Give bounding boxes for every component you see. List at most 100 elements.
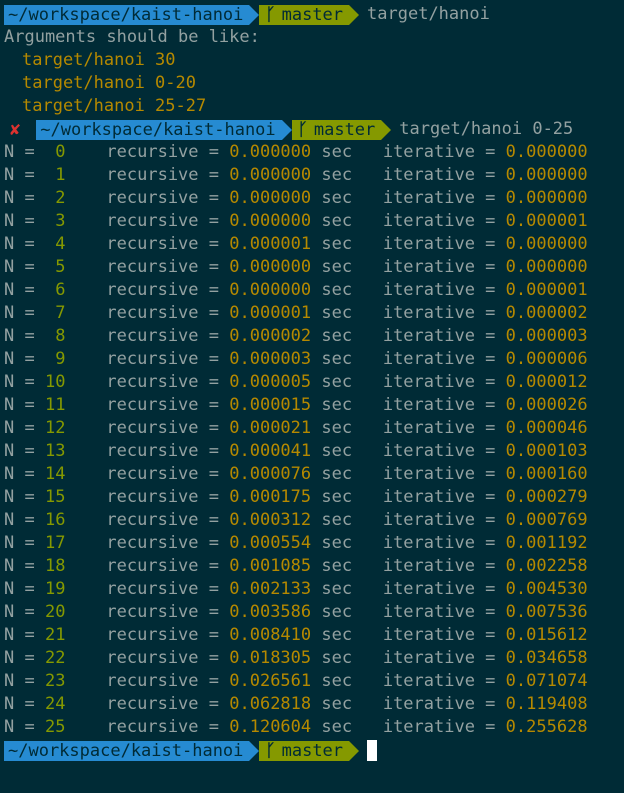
n-value: 23 [44, 671, 66, 691]
iterative-value: 0.000769 [505, 510, 588, 530]
iterative-label: iterative = [382, 625, 496, 645]
n-label: N = [4, 280, 35, 300]
iterative-value: 0.000006 [505, 349, 588, 369]
git-branch-icon: ᚴ [297, 119, 308, 140]
recursive-label: recursive = [106, 625, 219, 645]
recursive-value: 0.120604 [229, 717, 312, 737]
recursive-label: recursive = [106, 648, 219, 668]
recursive-label: recursive = [106, 464, 219, 484]
n-value: 1 [55, 165, 66, 185]
sec-label: sec [321, 142, 353, 162]
iterative-value: 0.000000 [505, 234, 588, 254]
prompt-line-3: ~/workspace/kaist-hanoi ᚴ master [0, 739, 624, 762]
n-label: N = [4, 303, 35, 323]
recursive-label: recursive = [106, 556, 219, 576]
iterative-label: iterative = [382, 349, 496, 369]
n-label: N = [4, 648, 35, 668]
iterative-value: 0.000000 [505, 188, 588, 208]
prompt-separator-icon [281, 119, 292, 140]
n-label: N = [4, 464, 35, 484]
n-value: 17 [44, 533, 66, 553]
usage-header: Arguments should be like: [4, 27, 260, 47]
iterative-value: 0.000103 [505, 441, 588, 461]
recursive-value: 0.000076 [229, 464, 312, 484]
n-label: N = [4, 188, 35, 208]
n-value: 11 [44, 395, 66, 415]
iterative-value: 0.002258 [505, 556, 588, 576]
result-row: N = 2 recursive = 0.000000 sec iterative… [0, 187, 624, 210]
sec-label: sec [321, 648, 353, 668]
usage-example: target/hanoi 0-20 [22, 73, 196, 93]
text-cursor[interactable] [367, 740, 378, 761]
recursive-label: recursive = [106, 165, 219, 185]
iterative-value: 0.000026 [505, 395, 588, 415]
recursive-value: 0.018305 [229, 648, 312, 668]
prompt-separator-icon [26, 119, 37, 140]
result-row: N = 24 recursive = 0.062818 sec iterativ… [0, 693, 624, 716]
n-value: 22 [44, 648, 66, 668]
iterative-label: iterative = [382, 188, 496, 208]
terminal-window[interactable]: ~/workspace/kaist-hanoi ᚴ master target/… [0, 0, 624, 793]
n-label: N = [4, 372, 35, 392]
result-row: N = 20 recursive = 0.003586 sec iterativ… [0, 601, 624, 624]
recursive-label: recursive = [106, 257, 219, 277]
n-label: N = [4, 395, 35, 415]
recursive-value: 0.000000 [229, 257, 312, 277]
usage-example: target/hanoi 25-27 [22, 96, 207, 116]
sec-label: sec [321, 303, 353, 323]
iterative-value: 0.015612 [505, 625, 588, 645]
iterative-label: iterative = [382, 602, 496, 622]
sec-label: sec [321, 602, 353, 622]
iterative-value: 0.000046 [505, 418, 588, 438]
recursive-label: recursive = [106, 234, 219, 254]
recursive-label: recursive = [106, 533, 219, 553]
recursive-value: 0.000312 [229, 510, 312, 530]
result-row: N = 0 recursive = 0.000000 sec iterative… [0, 141, 624, 164]
recursive-label: recursive = [106, 188, 219, 208]
iterative-label: iterative = [382, 257, 496, 277]
n-value: 0 [55, 142, 66, 162]
prompt-line-1: ~/workspace/kaist-hanoi ᚴ master target/… [0, 3, 624, 26]
n-value: 18 [44, 556, 66, 576]
results-output: N = 0 recursive = 0.000000 sec iterative… [0, 141, 624, 739]
recursive-value: 0.000000 [229, 211, 312, 231]
n-label: N = [4, 234, 35, 254]
iterative-label: iterative = [382, 487, 496, 507]
iterative-label: iterative = [382, 694, 496, 714]
n-value: 8 [55, 326, 66, 346]
n-label: N = [4, 579, 35, 599]
n-label: N = [4, 349, 35, 369]
iterative-label: iterative = [382, 142, 496, 162]
iterative-label: iterative = [382, 648, 496, 668]
n-value: 2 [55, 188, 66, 208]
sec-label: sec [321, 671, 353, 691]
prompt-line-2: ✘ ~/workspace/kaist-hanoi ᚴ master targe… [0, 118, 624, 141]
sec-label: sec [321, 533, 353, 553]
git-branch-icon: ᚴ [265, 4, 276, 25]
result-row: N = 11 recursive = 0.000015 sec iterativ… [0, 394, 624, 417]
recursive-label: recursive = [106, 395, 219, 415]
n-label: N = [4, 602, 35, 622]
usage-example: target/hanoi 30 [22, 50, 176, 70]
prompt-dir-segment: ~/workspace/kaist-hanoi [4, 740, 250, 761]
prompt-branch: master [313, 119, 376, 140]
result-row: N = 19 recursive = 0.002133 sec iterativ… [0, 578, 624, 601]
iterative-label: iterative = [382, 165, 496, 185]
n-label: N = [4, 257, 35, 277]
sec-label: sec [321, 257, 353, 277]
n-value: 20 [44, 602, 66, 622]
n-label: N = [4, 717, 35, 737]
n-label: N = [4, 418, 35, 438]
n-value: 16 [44, 510, 66, 530]
iterative-label: iterative = [382, 326, 496, 346]
n-value: 12 [44, 418, 66, 438]
recursive-label: recursive = [106, 579, 219, 599]
sec-label: sec [321, 717, 353, 737]
error-status-icon: ✘ [4, 119, 27, 140]
recursive-value: 0.000000 [229, 165, 312, 185]
sec-label: sec [321, 579, 353, 599]
recursive-value: 0.000175 [229, 487, 312, 507]
result-row: N = 9 recursive = 0.000003 sec iterative… [0, 348, 624, 371]
iterative-value: 0.000001 [505, 280, 588, 300]
result-row: N = 3 recursive = 0.000000 sec iterative… [0, 210, 624, 233]
